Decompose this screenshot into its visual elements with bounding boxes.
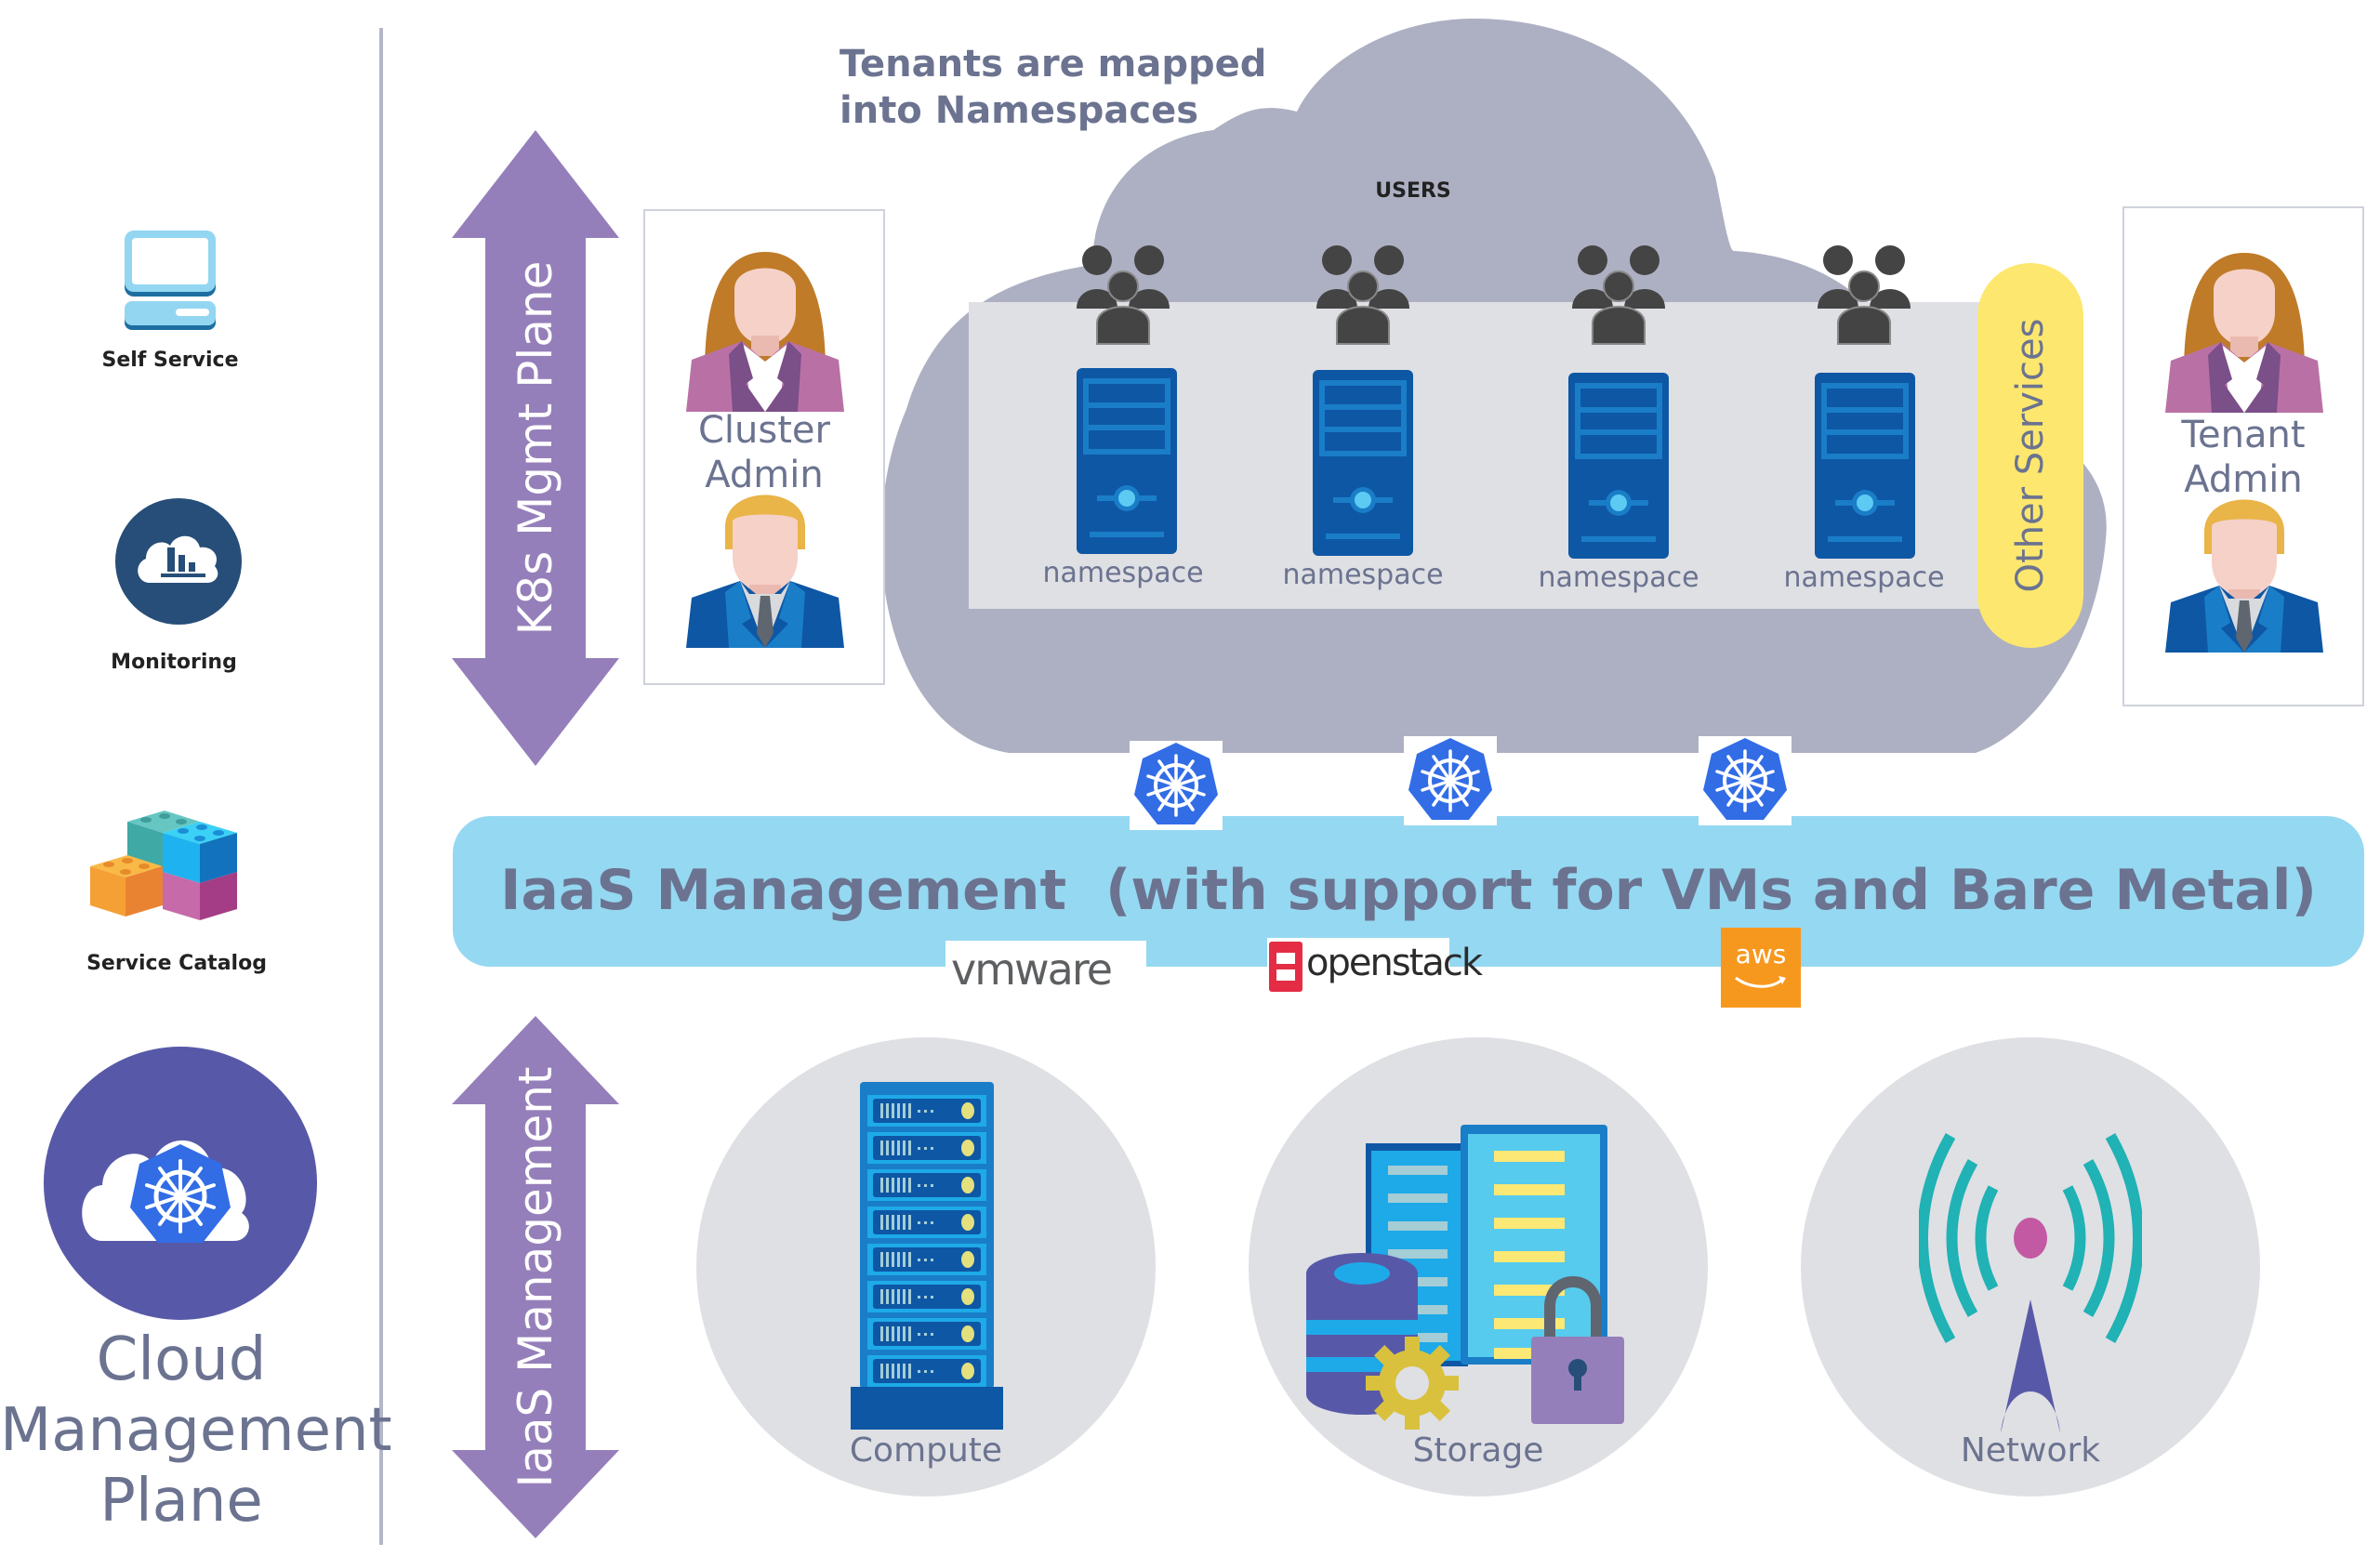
rack-slot: [867, 1132, 986, 1164]
vmware-logo-text: vmware: [951, 944, 1113, 995]
plane-title: Cloud Management Plane: [0, 1325, 392, 1536]
sidebar-divider: [379, 28, 383, 1545]
sidebar-item-label: Monitoring: [111, 651, 237, 674]
rack-server-icon: [851, 1082, 1003, 1430]
storage-icon: [1306, 1125, 1624, 1430]
cloud-k8s-icon: [44, 1047, 317, 1320]
kubernetes-icon: [1404, 736, 1497, 825]
male-admin-icon: [2165, 499, 2323, 653]
aws-logo-text: aws: [1735, 939, 1787, 969]
kubernetes-icon: [1130, 741, 1223, 830]
blocks-icon: [90, 811, 237, 920]
k8s-mgmt-plane-label: K8s Mgmt Plane: [509, 260, 562, 636]
resource-storage[interactable]: Storage: [1249, 1037, 1708, 1497]
rack-slot: [867, 1207, 986, 1238]
plane-title-line: Plane: [99, 1467, 263, 1536]
namespace-label: namespace: [1042, 557, 1204, 589]
laptop-icon: [125, 231, 216, 330]
namespace-label: namespace: [1282, 559, 1444, 591]
namespace-item[interactable]: namespace: [1270, 244, 1456, 597]
namespace-item[interactable]: namespace: [1030, 244, 1216, 597]
storage-label: Storage: [1412, 1431, 1544, 1470]
resource-compute[interactable]: Compute: [696, 1037, 1156, 1497]
server-icon: [1313, 370, 1413, 556]
users-label: USERS: [1375, 179, 1451, 203]
aws-smile-icon: [1735, 976, 1786, 988]
openstack-logo-text: openstack: [1306, 942, 1483, 984]
sidebar-item-service-catalog[interactable]: Service Catalog: [37, 781, 316, 985]
rack-slot: [867, 1355, 986, 1387]
openstack-logo: openstack: [1267, 938, 1483, 996]
female-admin-icon: [686, 252, 844, 412]
rack-slot: [867, 1281, 986, 1312]
male-admin-icon: [686, 494, 844, 648]
label-line: Cluster: [698, 409, 830, 452]
k8s-mgmt-plane-arrow: K8s Mgmt Plane: [452, 130, 619, 766]
rack-slot: [867, 1318, 986, 1350]
namespace-item[interactable]: namespace: [1526, 244, 1712, 597]
sidebar-item-monitoring[interactable]: Monitoring: [34, 497, 313, 683]
network-label: Network: [1960, 1431, 2101, 1470]
sidebar-item-label: Self Service: [101, 349, 239, 372]
sidebar-item-label: Service Catalog: [86, 952, 267, 975]
users-group-icon: [1077, 245, 1170, 345]
other-services-pill[interactable]: Other Services: [1977, 263, 2083, 648]
iaas-management-arrow-label: IaaS Management: [509, 1066, 562, 1488]
server-icon: [1815, 373, 1915, 559]
server-icon: [1568, 373, 1669, 559]
resource-network[interactable]: Network: [1801, 1037, 2260, 1497]
namespace-label: namespace: [1783, 561, 1945, 594]
openstack-icon: [1269, 942, 1302, 992]
plane-title-line: Management: [0, 1396, 392, 1465]
sidebar-item-self-service[interactable]: Self Service: [31, 223, 310, 381]
antenna-icon: [1919, 1133, 2142, 1433]
rack-slot: [867, 1169, 986, 1201]
cloud-management-plane: Cloud Management Plane: [0, 1041, 392, 1543]
server-icon: [1077, 368, 1177, 554]
users-group-icon: [1316, 245, 1409, 345]
iaas-management-arrow: IaaS Management: [452, 1016, 619, 1538]
plane-title-line: Cloud: [96, 1325, 267, 1394]
label-line: Tenant: [2181, 414, 2306, 456]
users-group-icon: [1818, 245, 1911, 345]
namespace-item[interactable]: namespace: [1771, 244, 1957, 597]
other-services-label: Other Services: [2009, 318, 2052, 593]
vmware-logo: vmware: [945, 941, 1146, 996]
namespace-label: namespace: [1538, 561, 1699, 594]
cloud-chart-icon: [115, 498, 242, 625]
female-admin-icon: [2165, 253, 2323, 413]
users-group-icon: [1572, 245, 1665, 345]
rack-slot: [867, 1095, 986, 1127]
compute-label: Compute: [849, 1431, 1003, 1470]
kubernetes-icon: [1699, 736, 1792, 825]
rack-slot: [867, 1244, 986, 1275]
aws-logo: aws: [1721, 928, 1801, 1008]
tenant-admin-card: Tenant Admin: [2122, 206, 2364, 706]
cluster-admin-card: Cluster Admin: [643, 209, 885, 685]
iaas-banner-label: IaaS Management (with support for VMs an…: [500, 858, 2317, 923]
